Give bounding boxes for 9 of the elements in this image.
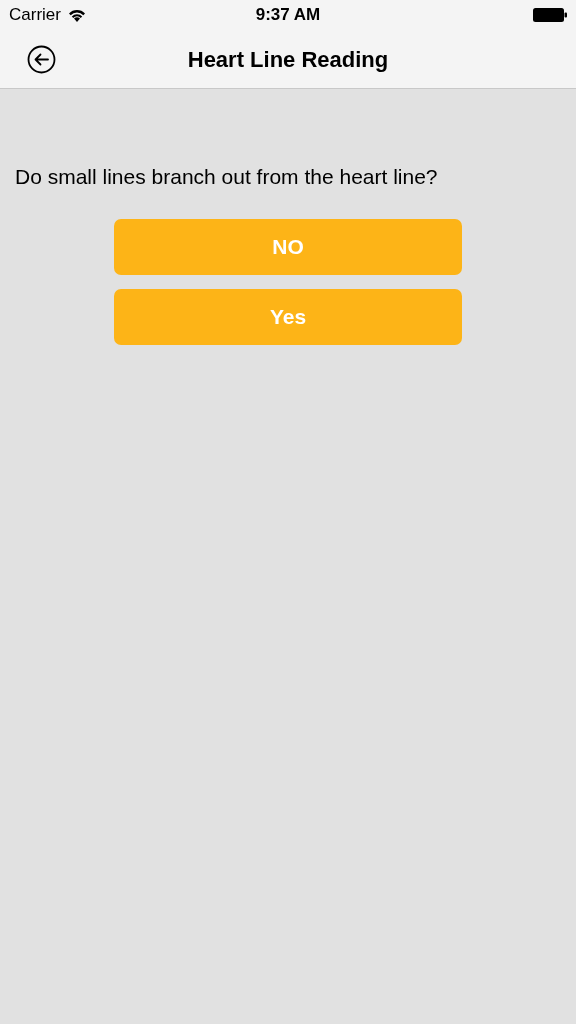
carrier-name: Carrier <box>9 4 61 27</box>
answer-button[interactable]: NO <box>114 218 462 275</box>
wifi-icon <box>67 8 86 22</box>
question-text: Do small lines branch out from the heart line? <box>15 164 439 190</box>
answer-button[interactable]: Yes <box>114 288 462 345</box>
back-button[interactable] <box>27 44 56 74</box>
screen-title: Heart Line Reading <box>187 45 389 74</box>
status-time: 9:37 AM <box>255 4 321 27</box>
battery-icon <box>533 8 567 22</box>
